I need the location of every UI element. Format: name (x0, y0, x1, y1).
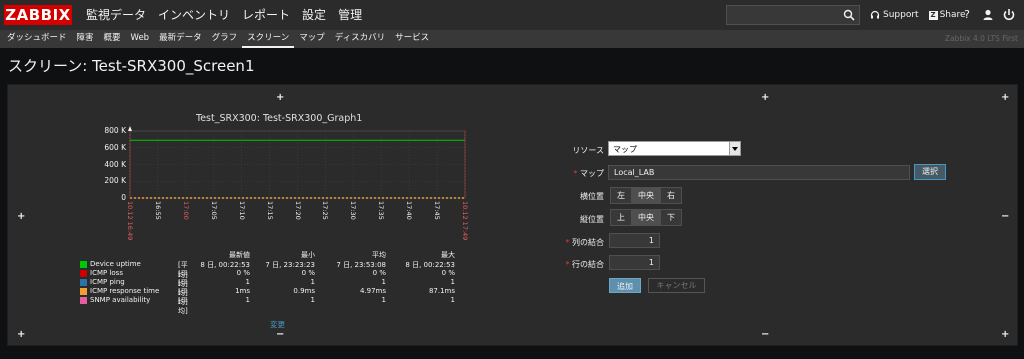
valign-label: 縦位置 (580, 215, 604, 224)
x-tick-label: 17:05 (209, 201, 218, 220)
map-label-text: マップ (580, 169, 604, 178)
resource-select-value: マップ (613, 145, 637, 154)
x-tick-label: 17:15 (265, 201, 274, 220)
colspan-label: * 列の結合 (565, 238, 604, 247)
y-tick-label: 600 K (104, 142, 126, 152)
valign-middle-option[interactable]: 中央 (632, 210, 661, 225)
add-button[interactable]: 追加 (609, 278, 641, 293)
legend-value: 1 (450, 296, 455, 304)
legend-header-max: 最大 (441, 251, 455, 259)
colspan-label-text: 列の結合 (572, 238, 604, 247)
y-tick-label: 800 K (104, 126, 126, 135)
legend-value: 87.1ms (428, 287, 455, 295)
x-tick-label: 17:30 (349, 201, 358, 220)
legend-value: 0.9ms (293, 287, 315, 295)
x-tick-label: 17:20 (293, 201, 302, 220)
legend-series-name: SNMP availability (90, 296, 151, 304)
legend-value: 0 % (441, 269, 455, 277)
legend-header-min: 最小 (301, 251, 315, 259)
legend-series-name: ICMP response time (90, 287, 160, 295)
halign-right-option[interactable]: 右 (661, 188, 681, 203)
halign-left-option[interactable]: 左 (611, 188, 632, 203)
map-label: * マップ (573, 169, 604, 178)
legend-swatch (80, 288, 87, 295)
legend-value: 4.97ms (359, 287, 386, 295)
legend-value: 1 (450, 278, 455, 286)
cancel-button[interactable]: キャンセル (648, 278, 705, 293)
legend-value: 1ms (235, 287, 250, 295)
halign-center-option[interactable]: 中央 (632, 188, 661, 203)
legend-header-last: 最新値 (229, 251, 250, 259)
legend-series-name: ICMP ping (90, 278, 125, 286)
x-tick-label: 17:25 (321, 201, 330, 220)
legend-series-name: ICMP loss (90, 269, 123, 277)
halign-label: 横位置 (580, 192, 604, 201)
halign-radio-group: 左 中央 右 (610, 187, 682, 204)
legend-value: 1 (245, 296, 250, 304)
x-tick-label: 17:40 (405, 201, 414, 220)
valign-bottom-option[interactable]: 下 (661, 210, 681, 225)
x-tick-label: 10.12 16:49 (126, 201, 134, 241)
legend-header-avg: 平均 (372, 251, 386, 259)
legend-value: 1 (310, 278, 315, 286)
map-field[interactable]: Local_LAB (608, 165, 910, 180)
rowspan-label: * 行の結合 (565, 260, 604, 269)
legend-swatch (80, 261, 87, 268)
valign-top-option[interactable]: 上 (611, 210, 632, 225)
x-tick-label: 10.12 17:49 (461, 201, 469, 241)
y-tick-label: 200 K (104, 176, 126, 186)
x-tick-label: 17:45 (433, 201, 442, 220)
chevron-down-icon[interactable] (729, 142, 740, 155)
x-tick-label: 17:35 (377, 201, 386, 220)
select-map-button[interactable]: 選択 (914, 164, 946, 180)
y-axis-arrow (128, 126, 132, 131)
resource-label: リソース (572, 146, 604, 155)
legend-value: 1 (381, 278, 386, 286)
x-tick-label: 17:10 (237, 201, 246, 220)
change-link[interactable]: 変更 (270, 319, 285, 330)
colspan-field[interactable]: 1 (609, 233, 660, 248)
y-tick-label: 0 (121, 193, 126, 202)
rowspan-field[interactable]: 1 (609, 255, 660, 270)
legend-swatch (80, 270, 87, 277)
valign-radio-group: 上 中央 下 (610, 209, 682, 226)
legend-series-name: Device uptime (90, 260, 141, 268)
rowspan-label-text: 行の結合 (572, 260, 604, 269)
legend-swatch (80, 279, 87, 286)
legend-value: 1 (245, 278, 250, 286)
legend-value: 1 (381, 296, 386, 304)
resource-select[interactable]: マップ (608, 141, 741, 156)
legend-value: 0 % (236, 269, 250, 277)
legend-value: 0 % (372, 269, 386, 277)
x-tick-label: 17:00 (181, 201, 190, 220)
legend-value: 0 % (301, 269, 315, 277)
legend-value: 1 (310, 296, 315, 304)
legend-swatch (80, 297, 87, 304)
y-tick-label: 400 K (104, 159, 126, 169)
x-tick-label: 16:55 (153, 201, 162, 220)
